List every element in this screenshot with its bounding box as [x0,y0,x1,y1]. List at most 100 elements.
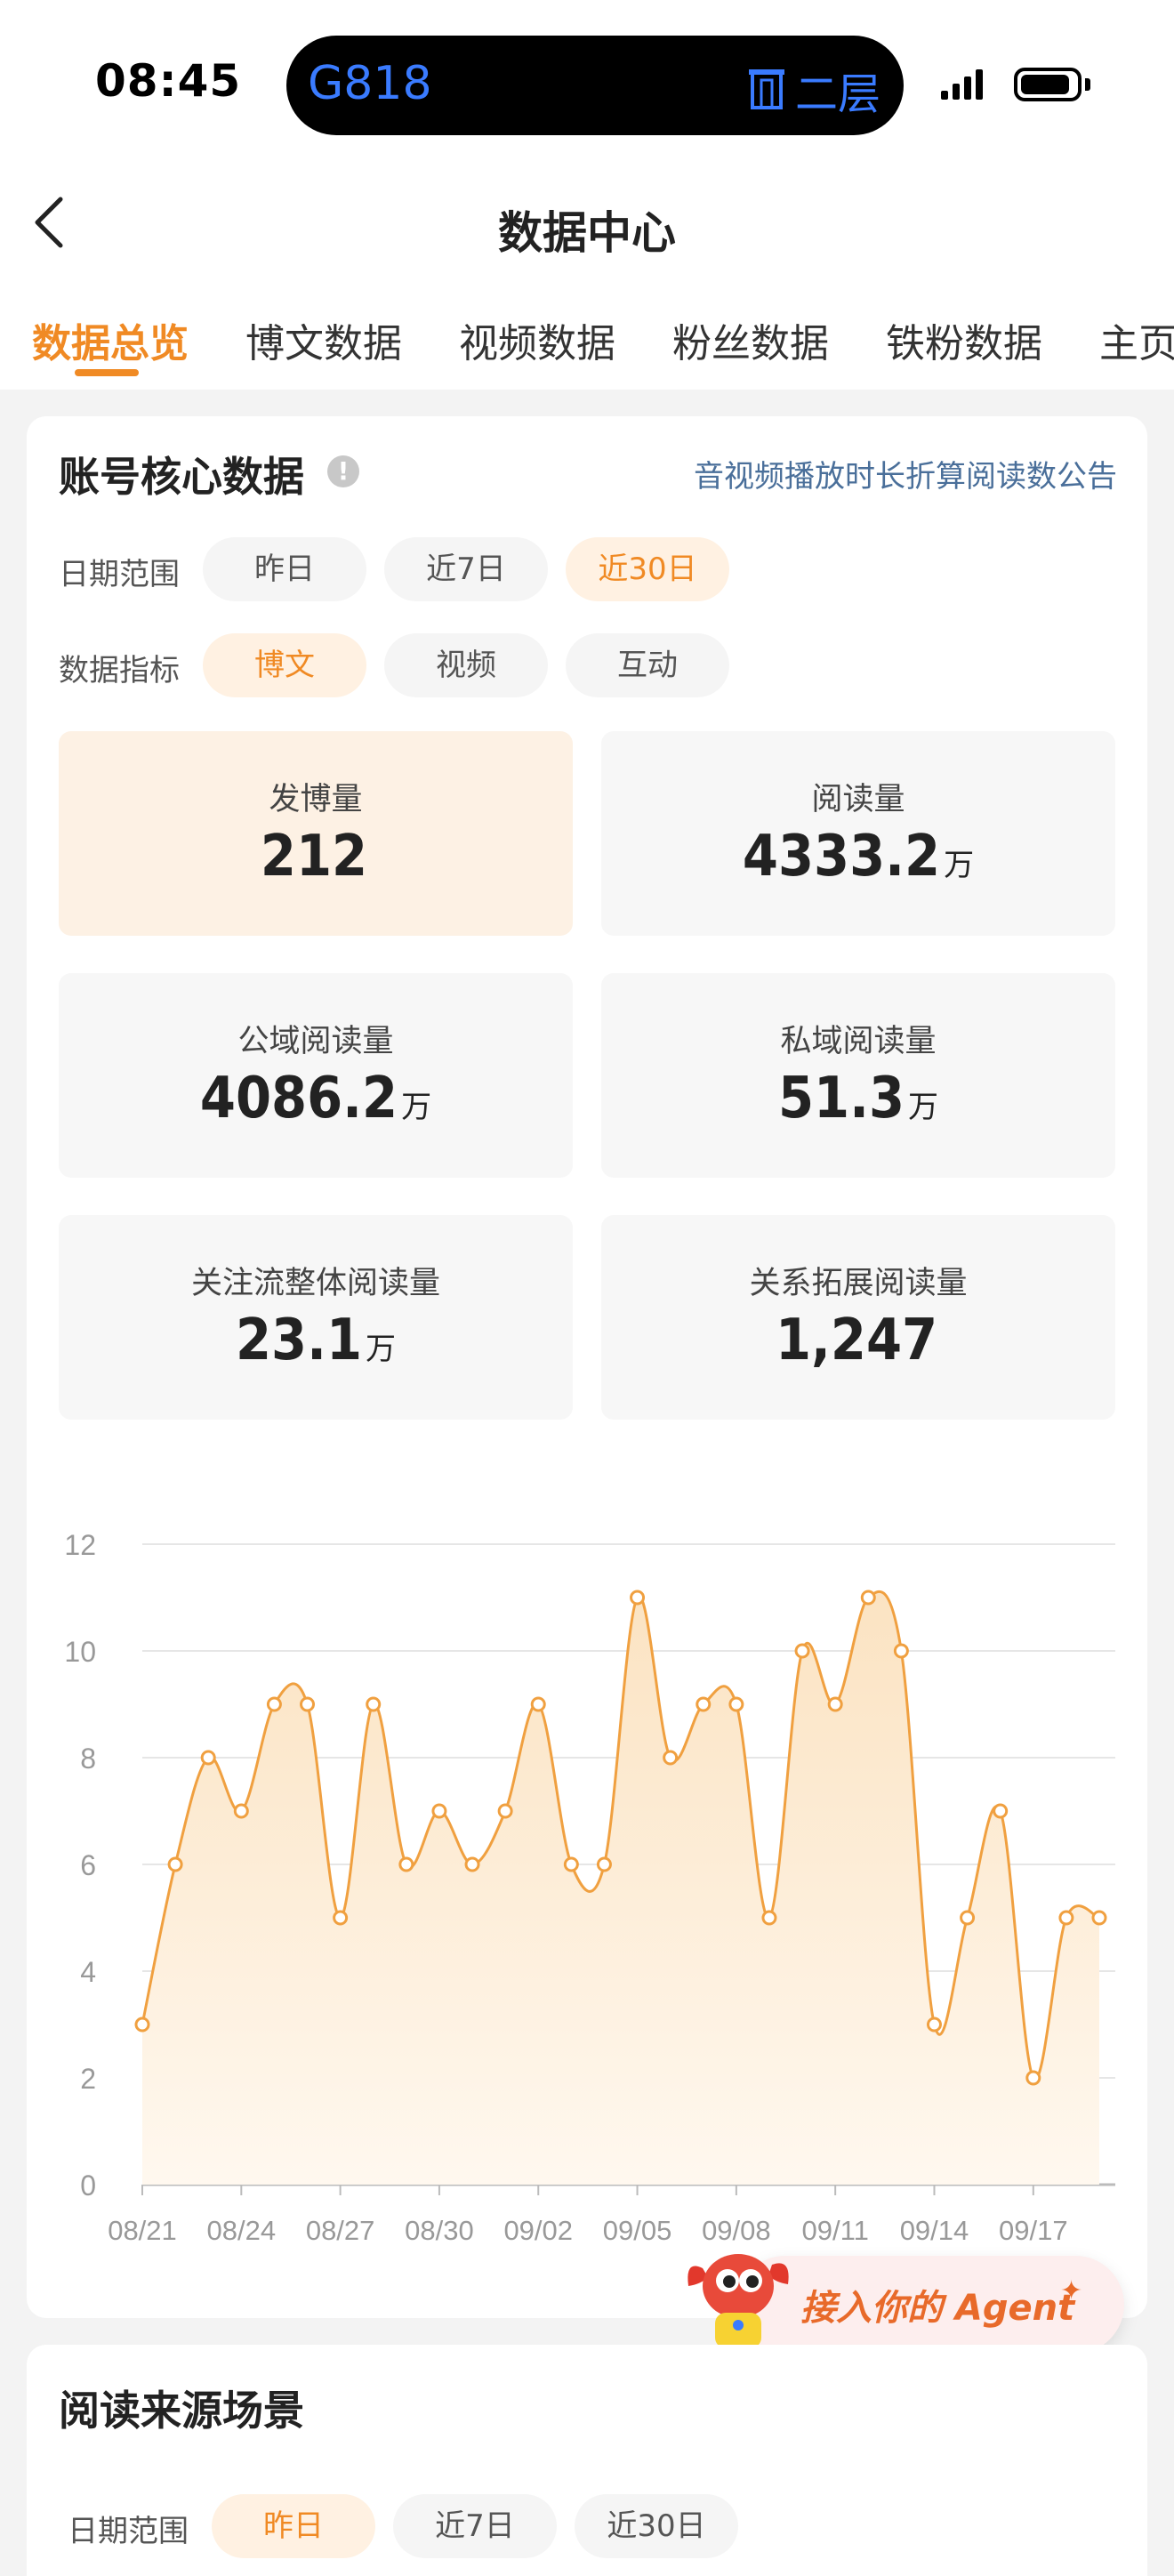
door-icon [748,69,784,109]
x-tick-label: 09/14 [900,2215,969,2246]
metric-value: 4333.2 万 [601,824,1115,890]
source-date-yesterday[interactable]: 昨日 [212,2494,375,2558]
metric-label: 数据指标 [59,653,180,688]
data-point [366,1696,382,1712]
tab-homepage[interactable]: 主页 [1099,311,1174,368]
data-point [728,1696,744,1712]
metric-option-posts[interactable]: 博文 [203,633,366,697]
date-range-label: 日期范围 [59,557,180,592]
status-time: 08:45 [95,55,242,107]
metric-number: 51.3 [777,1066,905,1131]
tab-posts[interactable]: 博文数据 [245,311,402,368]
metric-value: 1,247 [601,1308,1115,1373]
tab-overview[interactable]: 数据总览 [32,311,189,368]
metric-label-text: 关系拓展阅读量 [749,1266,968,1301]
x-tick-label: 08/30 [405,2215,474,2246]
y-tick-label: 8 [80,1743,96,1775]
data-point [926,2017,942,2033]
series-area [142,1591,1099,2185]
dynamic-island[interactable]: G818 二层 [286,36,904,135]
y-tick-label: 6 [80,1849,96,1881]
x-tick-label: 08/21 [108,2215,177,2246]
data-point [860,1590,876,1606]
metric-number: 4086.2 [199,1066,398,1131]
tab-bar: 数据总览 博文数据 视频数据 粉丝数据 铁粉数据 主页 [0,301,1174,390]
data-point [530,1696,546,1712]
source-date-label: 日期范围 [68,2514,189,2549]
data-point [1025,2070,1041,2086]
data-point [663,1750,679,1766]
metric-unit: 万 [366,1332,397,1367]
notice-link[interactable]: 音视频播放时长折算阅读数公告 [694,452,1117,495]
data-point [167,1856,183,1872]
data-point [266,1696,282,1712]
battery-icon [1014,68,1082,101]
metric-option-interaction[interactable]: 互动 [566,633,729,697]
core-heading: 账号核心数据 [59,453,304,501]
data-point [563,1856,579,1872]
source-heading: 阅读来源场景 [59,2387,304,2435]
metric-option-video[interactable]: 视频 [384,633,548,697]
y-tick-label: 4 [80,1956,96,1988]
page-title: 数据中心 [498,207,676,259]
info-icon[interactable]: ! [327,455,359,487]
date-option-yesterday[interactable]: 昨日 [203,537,366,601]
y-tick-label: 2 [80,2063,96,2095]
gate-info: 二层 [748,59,880,121]
train-number: G818 [308,57,432,110]
data-point [893,1643,909,1659]
y-tick-label: 12 [64,1529,96,1561]
agent-banner-text: 接入你的 Agent [800,2288,1075,2329]
source-date-30d[interactable]: 近30日 [575,2494,738,2558]
date-option-7d[interactable]: 近7日 [384,537,548,601]
metric-number: 212 [260,824,368,890]
tab-fans[interactable]: 粉丝数据 [672,311,829,368]
tab-active-indicator [75,369,139,376]
data-point [233,1803,249,1819]
signal-icon [941,69,983,100]
metric-unit: 万 [401,1090,432,1125]
data-point [630,1590,646,1606]
metric-value: 212 [59,824,573,890]
metric-card-public-reads[interactable]: 公域阅读量 4086.2 万 [59,973,573,1178]
metric-number: 23.1 [235,1308,363,1373]
data-point [300,1696,316,1712]
data-point [696,1696,712,1712]
data-point [431,1803,447,1819]
metric-label-text: 私域阅读量 [780,1024,937,1059]
x-tick-label: 08/27 [306,2215,375,2246]
data-point [1091,1910,1107,1926]
metric-value: 51.3 万 [601,1066,1115,1131]
metric-card-reads[interactable]: 阅读量 4333.2 万 [601,731,1115,936]
data-point [497,1803,513,1819]
data-point [134,2017,150,2033]
data-point [761,1910,777,1926]
y-tick-label: 10 [64,1636,96,1668]
metric-card-private-reads[interactable]: 私域阅读量 51.3 万 [601,973,1115,1178]
metric-card-relation-reads[interactable]: 关系拓展阅读量 1,247 [601,1215,1115,1420]
x-tick-label: 09/05 [603,2215,672,2246]
reads-area-chart[interactable]: 0 2 4 6 8 10 12 08/21 08/24 08/27 08/30 09/02 09/05 0… [0,1494,1174,2277]
metric-card-follow-feed-reads[interactable]: 关注流整体阅读量 23.1 万 [59,1215,573,1420]
data-point [827,1696,843,1712]
metric-label-text: 公域阅读量 [237,1024,394,1059]
data-point [333,1910,349,1926]
read-source-card: 阅读来源场景 日期范围 昨日 近7日 近30日 [27,2345,1147,2576]
metric-number: 4333.2 [742,824,941,890]
date-option-30d[interactable]: 近30日 [566,537,729,601]
x-tick-label: 08/24 [207,2215,277,2246]
x-tick-label: 09/17 [999,2215,1068,2246]
tab-video[interactable]: 视频数据 [459,311,615,368]
data-point [993,1803,1009,1819]
metric-value: 23.1 万 [59,1308,573,1373]
tab-iron-fans[interactable]: 铁粉数据 [886,311,1042,368]
metric-label-text: 阅读量 [811,782,905,817]
battery-tip-icon [1085,78,1090,91]
source-date-7d[interactable]: 近7日 [393,2494,557,2558]
y-tick-label: 0 [80,2169,96,2202]
metric-label-text: 关注流整体阅读量 [190,1266,440,1301]
metric-card-posts[interactable]: 发博量 212 [59,731,573,936]
x-tick-label: 09/02 [503,2215,573,2246]
data-point [596,1856,612,1872]
metric-number: 1,247 [775,1308,938,1373]
